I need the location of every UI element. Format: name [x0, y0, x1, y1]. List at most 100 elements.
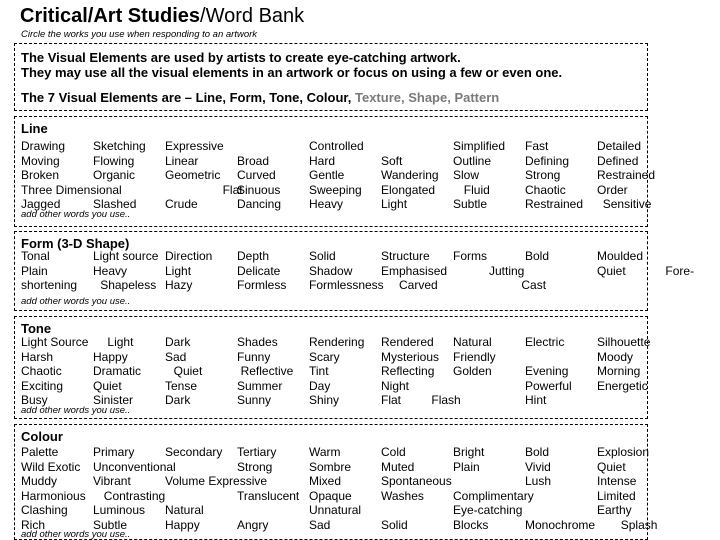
word-item[interactable]: Lush [525, 474, 551, 488]
word-item[interactable]: Sweeping [309, 183, 362, 197]
word-item[interactable]: Expressive [165, 139, 224, 153]
word-item[interactable]: Heavy [309, 197, 343, 211]
word-item[interactable]: Tonal [21, 249, 50, 263]
word-item[interactable]: Sad [165, 350, 186, 364]
word-item[interactable]: Structure [381, 249, 430, 263]
word-item[interactable]: Bright [453, 445, 484, 459]
word-item[interactable]: Happy [165, 518, 200, 532]
word-item[interactable]: Muddy [21, 474, 57, 488]
word-item[interactable]: Primary [93, 445, 134, 459]
word-item[interactable]: Secondary [165, 445, 222, 459]
word-item[interactable]: Flat [381, 393, 401, 407]
word-item[interactable]: Sensitive [603, 197, 652, 211]
word-item[interactable]: Flowing [93, 154, 134, 168]
word-item[interactable]: Sunny [237, 393, 271, 407]
word-item[interactable]: Light source [93, 249, 158, 263]
word-item[interactable]: Evening [525, 364, 568, 378]
word-item[interactable]: Harsh [21, 350, 53, 364]
word-item[interactable]: Electric [525, 335, 564, 349]
word-item[interactable]: Dark [165, 393, 190, 407]
word-item[interactable]: Muted [381, 460, 414, 474]
word-item[interactable]: Quiet [597, 264, 626, 278]
word-item[interactable]: Broken [21, 168, 59, 182]
word-item[interactable]: Reflective [241, 364, 294, 378]
word-item[interactable]: Formlessness [309, 278, 384, 292]
word-item[interactable]: Vibrant [93, 474, 131, 488]
word-item[interactable]: Quiet [597, 460, 626, 474]
word-item[interactable]: Slow [453, 168, 479, 182]
word-item[interactable]: Bold [525, 249, 549, 263]
word-item[interactable]: Emphasised [381, 264, 447, 278]
word-item[interactable]: Powerful [525, 379, 572, 393]
word-item[interactable]: Forms [453, 249, 487, 263]
word-item[interactable]: Hard [309, 154, 335, 168]
word-item[interactable]: Linear [165, 154, 198, 168]
word-item[interactable]: Heavy [93, 264, 127, 278]
word-item[interactable]: Defining [525, 154, 569, 168]
word-item[interactable]: Explosion [597, 445, 649, 459]
word-item[interactable]: Light Source [21, 335, 88, 349]
word-item[interactable]: Warm [309, 445, 341, 459]
word-item[interactable]: Friendly [453, 350, 496, 364]
word-item[interactable]: Shiny [309, 393, 339, 407]
word-item[interactable]: Opaque [309, 489, 352, 503]
word-item[interactable]: Formless [237, 278, 286, 292]
word-item[interactable]: Moulded [597, 249, 643, 263]
word-item[interactable]: Gentle [309, 168, 344, 182]
word-item[interactable]: Blocks [453, 518, 488, 532]
word-item[interactable]: Geometric [165, 168, 220, 182]
word-item[interactable]: Three Dimensional [21, 183, 122, 197]
word-item[interactable]: Curved [237, 168, 276, 182]
word-item[interactable]: Delicate [237, 264, 280, 278]
word-item[interactable]: Solid [309, 249, 336, 263]
word-item[interactable]: Shades [237, 335, 278, 349]
word-item[interactable]: Wandering [381, 168, 439, 182]
word-item[interactable]: Direction [165, 249, 212, 263]
word-item[interactable]: Limited [597, 489, 636, 503]
word-item[interactable]: Day [309, 379, 330, 393]
word-item[interactable]: Splash [621, 518, 658, 532]
word-item[interactable]: Fore- [665, 264, 694, 278]
word-item[interactable]: Sombre [309, 460, 351, 474]
word-item[interactable]: Washes [381, 489, 424, 503]
word-item[interactable]: Funny [237, 350, 270, 364]
word-item[interactable]: Vivid [525, 460, 551, 474]
word-item[interactable]: Broad [237, 154, 269, 168]
word-item[interactable]: Dark [165, 335, 190, 349]
word-item[interactable]: Eye-catching [453, 503, 522, 517]
word-item[interactable]: Crude [165, 197, 198, 211]
word-item[interactable]: Elongated [381, 183, 435, 197]
word-item[interactable]: Detailed [597, 139, 641, 153]
word-item[interactable]: Strong [237, 460, 272, 474]
word-item[interactable]: Rendering [309, 335, 364, 349]
word-item[interactable]: Volume Expressive [165, 474, 267, 488]
word-item[interactable]: Morning [597, 364, 640, 378]
word-item[interactable]: Contrasting [104, 489, 165, 503]
word-item[interactable]: Harmonious [21, 489, 86, 503]
word-item[interactable]: Mixed [309, 474, 341, 488]
word-item[interactable]: Shadow [309, 264, 352, 278]
word-item[interactable]: Hint [525, 393, 546, 407]
word-item[interactable]: Restrained [525, 197, 583, 211]
word-item[interactable]: Rendered [381, 335, 434, 349]
word-item[interactable]: Happy [93, 350, 128, 364]
word-item[interactable]: Tense [165, 379, 197, 393]
word-item[interactable]: Restrained [597, 168, 655, 182]
word-item[interactable]: Night [381, 379, 409, 393]
word-item[interactable]: Tint [309, 364, 329, 378]
word-item[interactable]: Light [107, 335, 133, 349]
word-item[interactable]: Unconventional [93, 460, 176, 474]
word-item[interactable]: Sinuous [237, 183, 280, 197]
word-item[interactable]: Depth [237, 249, 269, 263]
word-item[interactable]: Moving [21, 154, 60, 168]
word-item[interactable]: Spontaneous [381, 474, 452, 488]
word-item[interactable]: Energetic [597, 379, 648, 393]
word-item[interactable]: Complimentary [453, 489, 534, 503]
word-item[interactable]: Drawing [21, 139, 65, 153]
word-item[interactable]: Cast [521, 278, 546, 292]
word-item[interactable]: Quiet [174, 364, 203, 378]
word-item[interactable]: Subtle [453, 197, 487, 211]
word-item[interactable]: Translucent [237, 489, 299, 503]
word-item[interactable]: Cold [381, 445, 406, 459]
word-item[interactable]: Moody [597, 350, 633, 364]
